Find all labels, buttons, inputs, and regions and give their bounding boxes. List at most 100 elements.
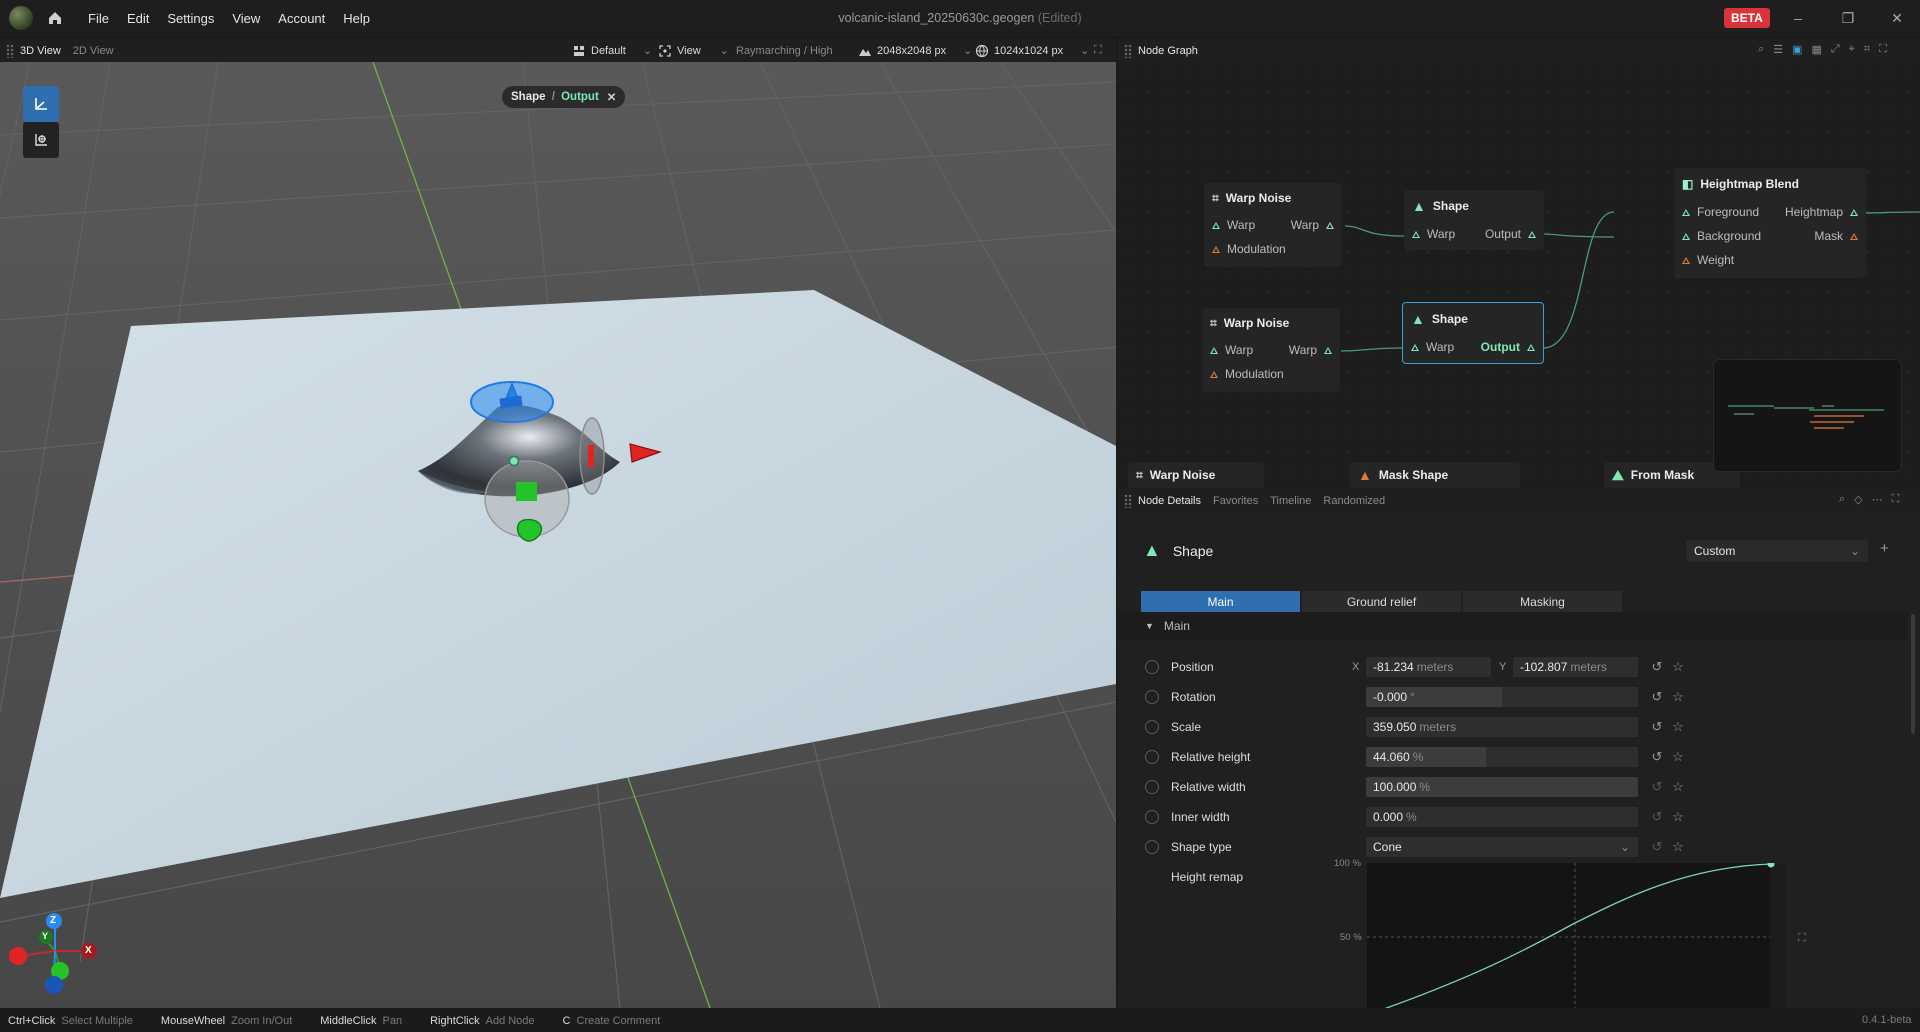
remap-curve[interactable]	[1367, 863, 1772, 1008]
expose-toggle[interactable]	[1145, 690, 1159, 704]
layout-icon[interactable]: ▦	[1811, 43, 1821, 56]
reset-icon[interactable]: ↺	[1650, 750, 1664, 764]
input-port-icon[interactable]	[1682, 232, 1690, 240]
node-heightmap-blend[interactable]: ◧ Heightmap Blend Foreground Heightmap B…	[1674, 168, 1866, 278]
grid-icon[interactable]: ⌗	[1864, 43, 1870, 56]
input-port-icon[interactable]	[1212, 245, 1220, 253]
minimize-button[interactable]: –	[1788, 8, 1808, 28]
rotation-slider[interactable]: -0.000 °	[1366, 687, 1638, 707]
input-port-icon[interactable]	[1212, 221, 1220, 229]
render-mode-selector[interactable]: Raymarching / High	[736, 39, 833, 62]
fullscreen-icon[interactable]: ⛶	[1892, 493, 1900, 506]
preset-dropdown[interactable]: Custom ⌄	[1686, 540, 1868, 562]
node-shape-2[interactable]: ▲ Shape Warp Output	[1402, 302, 1544, 364]
position-y-input[interactable]: -102.807 meters	[1513, 657, 1638, 677]
scale-input[interactable]: 359.050 meters	[1366, 717, 1638, 737]
details-scrollbar[interactable]	[1911, 614, 1915, 734]
input-port-icon[interactable]	[1411, 343, 1419, 351]
inner-width-slider[interactable]: 0.000 %	[1366, 807, 1638, 827]
add-preset-icon[interactable]: +	[1880, 540, 1889, 557]
subtab-masking[interactable]: Masking	[1463, 591, 1622, 613]
drag-handle-icon[interactable]	[6, 43, 14, 58]
expose-toggle[interactable]	[1145, 810, 1159, 824]
3d-viewport[interactable]: Z X Y Shape / Output ✕	[0, 62, 1116, 1008]
menu-help[interactable]: Help	[334, 11, 379, 26]
fullscreen-icon[interactable]: ⛶	[1094, 39, 1102, 62]
close-button[interactable]: ✕	[1887, 8, 1907, 28]
star-icon[interactable]: ☆	[1671, 780, 1685, 794]
gizmo-mode-button[interactable]	[23, 86, 59, 122]
relative-width-slider[interactable]: 100.000 %	[1366, 777, 1638, 797]
diamond-icon[interactable]: ◇	[1854, 493, 1862, 506]
breadcrumb-node[interactable]: Shape	[511, 91, 546, 103]
drag-handle-icon[interactable]	[1124, 43, 1132, 58]
frame-icon[interactable]: ▣	[1792, 43, 1802, 56]
star-icon[interactable]: ☆	[1671, 690, 1685, 704]
list-icon[interactable]: ☰	[1773, 43, 1783, 56]
reset-icon[interactable]: ↺	[1650, 840, 1664, 854]
expose-toggle[interactable]	[1145, 750, 1159, 764]
relative-height-slider[interactable]: 44.060 %	[1366, 747, 1638, 767]
menu-file[interactable]: File	[79, 11, 118, 26]
shape-type-dropdown[interactable]: Cone ⌄	[1366, 837, 1638, 857]
reset-icon[interactable]: ↺	[1650, 810, 1664, 824]
expose-toggle[interactable]	[1145, 720, 1159, 734]
tab-favorites[interactable]: Favorites	[1207, 495, 1264, 507]
node-mask-shape[interactable]: ▲ Mask Shape	[1350, 462, 1520, 488]
node-warp-noise-1[interactable]: ⌗ Warp Noise Warp Warp Modulation	[1204, 183, 1342, 267]
node-graph-minimap[interactable]	[1713, 359, 1902, 472]
node-shape-1[interactable]: ▲ Shape Warp Output	[1404, 190, 1544, 250]
output-port-icon[interactable]	[1324, 346, 1332, 354]
star-icon[interactable]: ☆	[1671, 660, 1685, 674]
reset-icon[interactable]: ↺	[1650, 780, 1664, 794]
menu-view[interactable]: View	[223, 11, 269, 26]
section-main-header[interactable]: ▼ Main	[1118, 612, 1908, 640]
viewport-scene[interactable]	[0, 62, 1116, 1008]
menu-settings[interactable]: Settings	[158, 11, 223, 26]
input-port-icon[interactable]	[1210, 370, 1218, 378]
subtab-main[interactable]: Main	[1141, 591, 1300, 613]
position-x-input[interactable]: -81.234 meters	[1366, 657, 1491, 677]
reset-icon[interactable]: ↺	[1650, 690, 1664, 704]
fit-icon[interactable]: ⤢	[1831, 43, 1840, 56]
reset-icon[interactable]: ↺	[1650, 720, 1664, 734]
star-icon[interactable]: ☆	[1671, 840, 1685, 854]
resolution-dropdown[interactable]: 2048x2048 px ⌄	[858, 39, 972, 62]
maximize-button[interactable]: ❐	[1838, 8, 1858, 28]
output-port-icon[interactable]	[1527, 343, 1535, 351]
view-dropdown[interactable]: View ⌄	[658, 39, 729, 62]
tab-node-details[interactable]: Node Details	[1132, 495, 1207, 507]
more-icon[interactable]: ⋯	[1872, 493, 1883, 506]
height-remap-curve-editor[interactable]	[1367, 860, 1785, 1008]
expose-toggle[interactable]	[1145, 780, 1159, 794]
tab-randomized[interactable]: Randomized	[1317, 495, 1391, 507]
fullscreen-icon[interactable]: ⛶	[1879, 43, 1887, 56]
gizmo-yz-plane[interactable]	[588, 445, 594, 467]
close-icon[interactable]: ✕	[607, 90, 617, 104]
search-icon[interactable]: ⌕	[1758, 43, 1764, 56]
input-port-icon[interactable]	[1210, 346, 1218, 354]
star-icon[interactable]: ☆	[1671, 750, 1685, 764]
expose-toggle[interactable]	[1145, 660, 1159, 674]
breadcrumb-port[interactable]: Output	[561, 91, 599, 103]
tab-2d-view[interactable]: 2D View	[67, 45, 120, 57]
tab-node-graph[interactable]: Node Graph	[1132, 45, 1204, 57]
output-port-icon[interactable]	[1528, 230, 1536, 238]
focus-icon[interactable]: ⌖	[1849, 43, 1855, 56]
search-icon[interactable]: ⌕	[1839, 493, 1845, 506]
input-port-icon[interactable]	[1682, 208, 1690, 216]
output-port-icon[interactable]	[1850, 232, 1858, 240]
curve-graph[interactable]	[1367, 860, 1785, 1008]
reset-icon[interactable]: ↺	[1650, 660, 1664, 674]
home-icon[interactable]	[47, 10, 63, 26]
output-port-icon[interactable]	[1850, 208, 1858, 216]
menu-edit[interactable]: Edit	[118, 11, 158, 26]
menu-account[interactable]: Account	[269, 11, 334, 26]
drag-handle-icon[interactable]	[1124, 493, 1132, 508]
pivot-mode-button[interactable]	[23, 122, 59, 158]
subtab-ground-relief[interactable]: Ground relief	[1302, 591, 1461, 613]
star-icon[interactable]: ☆	[1671, 720, 1685, 734]
gizmo-center[interactable]	[508, 455, 520, 467]
star-icon[interactable]: ☆	[1671, 810, 1685, 824]
expand-curve-icon[interactable]: ⛶	[1798, 932, 1806, 945]
